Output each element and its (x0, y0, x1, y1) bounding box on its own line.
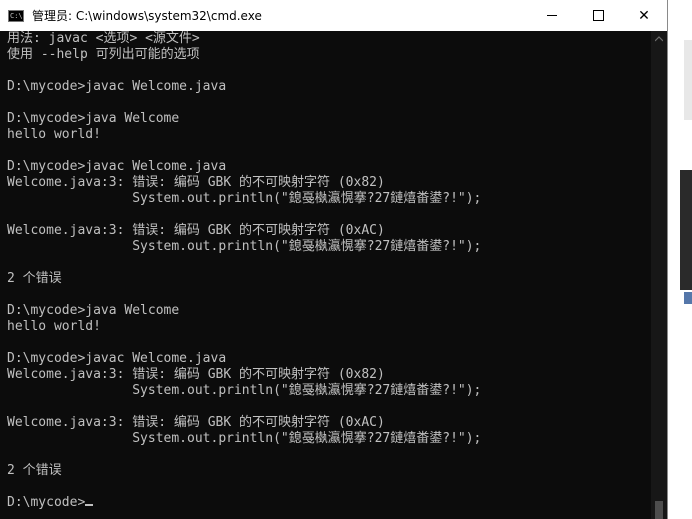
console-line: D:\mycode>javac Welcome.java (7, 351, 227, 366)
console-line: System.out.println("鎴戞槸瀛愰搴?27鏈熺畨鍙?!"); (7, 191, 482, 206)
window-title: 管理员: C:\windows\system32\cmd.exe (32, 9, 262, 23)
console-line: hello world! (7, 127, 101, 142)
console-line: System.out.println("鎴戞槸瀛愰搴?27鏈熺畨鍙?!"); (7, 383, 482, 398)
console-line: Welcome.java:3: 错误: 编码 GBK 的不可映射字符 (0xAC… (7, 223, 385, 238)
minimize-icon (547, 15, 557, 16)
console-line: hello world! (7, 319, 101, 334)
command-prompt-line[interactable]: D:\mycode> (7, 495, 651, 511)
maximize-button[interactable] (575, 0, 621, 31)
console-line: Welcome.java:3: 错误: 编码 GBK 的不可映射字符 (0x82… (7, 367, 385, 382)
console-line: D:\mycode>java Welcome (7, 303, 180, 318)
close-icon: ✕ (638, 7, 650, 24)
vertical-scrollbar[interactable] (651, 31, 667, 519)
cmd-icon[interactable]: C:\ (8, 9, 24, 22)
console-line: System.out.println("鎴戞槸瀛愰搴?27鏈熺畨鍙?!"); (7, 239, 482, 254)
console-line: D:\mycode>java Welcome (7, 111, 180, 126)
console-line: D:\mycode>javac Welcome.java (7, 79, 227, 94)
title-bar[interactable]: C:\ 管理员: C:\windows\system32\cmd.exe ✕ (0, 0, 667, 31)
scroll-thumb[interactable] (655, 501, 663, 519)
background-window-accent (684, 292, 692, 304)
console-line: 用法: javac <选项> <源文件> (7, 31, 200, 46)
text-cursor (85, 504, 94, 506)
scroll-up-button[interactable] (651, 31, 667, 47)
cmd-icon-label: C:\ (10, 11, 23, 20)
console-line: System.out.println("鎴戞槸瀛愰搴?27鏈熺畨鍙?!"); (7, 431, 482, 446)
console-line: D:\mycode>javac Welcome.java (7, 159, 227, 174)
background-window-image (680, 170, 692, 290)
console-line: 使用 --help 可列出可能的选项 (7, 47, 200, 62)
background-window-panel (684, 40, 692, 120)
close-button[interactable]: ✕ (621, 0, 667, 31)
console-line: Welcome.java:3: 错误: 编码 GBK 的不可映射字符 (0x82… (7, 175, 385, 190)
console-line: 2 个错误 (7, 463, 62, 478)
cmd-window[interactable]: C:\ 管理员: C:\windows\system32\cmd.exe ✕ 用… (0, 0, 668, 519)
maximize-icon (592, 10, 604, 21)
console-output[interactable]: 用法: javac <选项> <源文件> 使用 --help 可列出可能的选项 D:… (0, 31, 651, 519)
scroll-up-icon (655, 36, 663, 42)
console-line: 2 个错误 (7, 271, 62, 286)
command-prompt: D:\mycode> (7, 495, 86, 510)
console-line: Welcome.java:3: 错误: 编码 GBK 的不可映射字符 (0xAC… (7, 415, 385, 430)
desktop: C:\ 管理员: C:\windows\system32\cmd.exe ✕ 用… (0, 0, 692, 519)
minimize-button[interactable] (529, 0, 575, 31)
